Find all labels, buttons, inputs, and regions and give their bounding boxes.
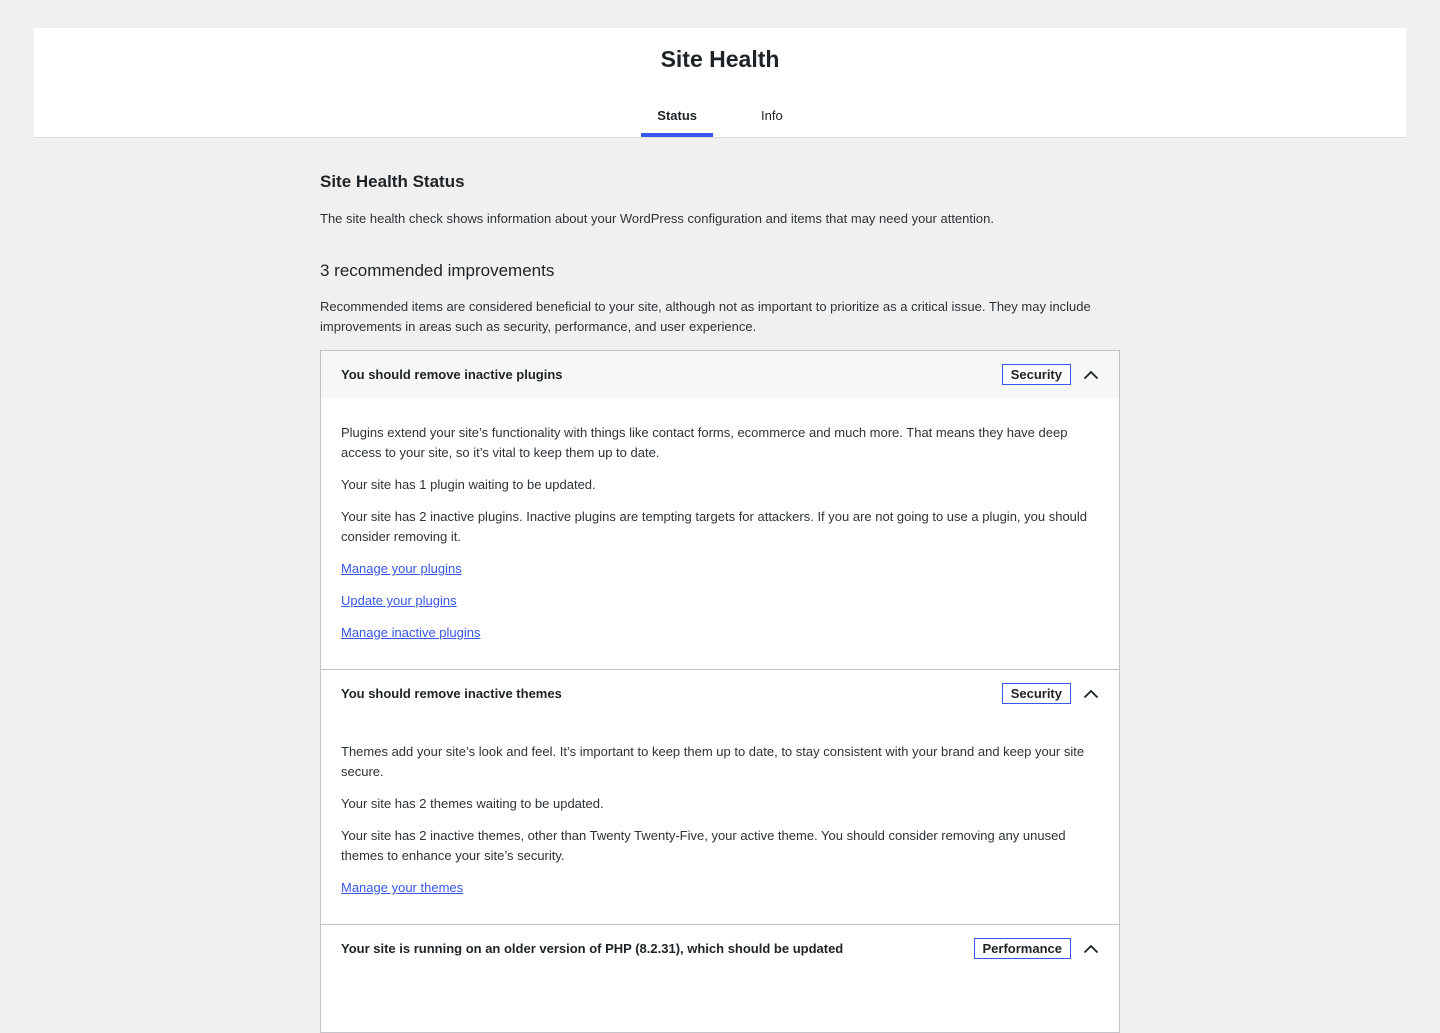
- chevron-up-icon[interactable]: [1083, 686, 1099, 702]
- issue-title: You should remove inactive themes: [341, 686, 562, 701]
- issue-inactive-themes: You should remove inactive themes Securi…: [321, 669, 1119, 924]
- issue-inactive-plugins: You should remove inactive plugins Secur…: [321, 351, 1119, 669]
- site-health-status-description: The site health check shows information …: [320, 211, 994, 226]
- issue-paragraph: Plugins extend your site’s functionality…: [341, 425, 1068, 460]
- issue-title: You should remove inactive plugins: [341, 367, 563, 382]
- category-badge: Performance: [973, 938, 1071, 959]
- category-badge: Security: [1001, 364, 1071, 385]
- issue-paragraph: Your site has 1 plugin waiting to be upd…: [341, 477, 596, 492]
- issue-details: [321, 972, 1119, 1032]
- issue-details: Themes add your site’s look and feel. It…: [321, 717, 1119, 924]
- issue-details: Plugins extend your site’s functionality…: [321, 398, 1119, 669]
- issues-accordion: You should remove inactive plugins Secur…: [320, 350, 1120, 1033]
- issue-title: Your site is running on an older version…: [341, 941, 844, 956]
- manage-themes-link[interactable]: Manage your themes: [341, 880, 463, 895]
- tab-info[interactable]: Info: [745, 94, 799, 137]
- issue-inactive-plugins-toggle[interactable]: You should remove inactive plugins Secur…: [321, 351, 1119, 398]
- tab-nav: Status Info: [34, 94, 1406, 137]
- issue-php-version: Your site is running on an older version…: [321, 924, 1119, 1032]
- manage-plugins-link[interactable]: Manage your plugins: [341, 561, 462, 576]
- issue-inactive-themes-toggle[interactable]: You should remove inactive themes Securi…: [321, 670, 1119, 717]
- site-health-status-title: Site Health Status: [320, 172, 465, 191]
- issue-php-version-toggle[interactable]: Your site is running on an older version…: [321, 925, 1119, 972]
- issue-paragraph: Your site has 2 inactive plugins. Inacti…: [341, 509, 1088, 544]
- chevron-up-icon[interactable]: [1083, 367, 1099, 383]
- chevron-up-icon[interactable]: [1083, 941, 1099, 957]
- manage-inactive-plugins-link[interactable]: Manage inactive plugins: [341, 625, 480, 640]
- page-title: Site Health: [660, 46, 780, 72]
- update-plugins-link[interactable]: Update your plugins: [341, 593, 457, 608]
- site-health-header: Site Health Status Info: [34, 28, 1406, 138]
- category-badge: Security: [1001, 683, 1071, 704]
- issue-paragraph: Your site has 2 inactive themes, other t…: [341, 828, 1066, 863]
- recommended-improvements-title: 3 recommended improvements: [320, 261, 555, 280]
- main-content: Site Health Status The site health check…: [320, 165, 1120, 1033]
- recommended-improvements-description: Recommended items are considered benefic…: [320, 299, 1091, 334]
- issue-paragraph: Themes add your site’s look and feel. It…: [341, 744, 1085, 779]
- tab-status[interactable]: Status: [641, 94, 714, 137]
- issue-paragraph: Your site has 2 themes waiting to be upd…: [341, 796, 604, 811]
